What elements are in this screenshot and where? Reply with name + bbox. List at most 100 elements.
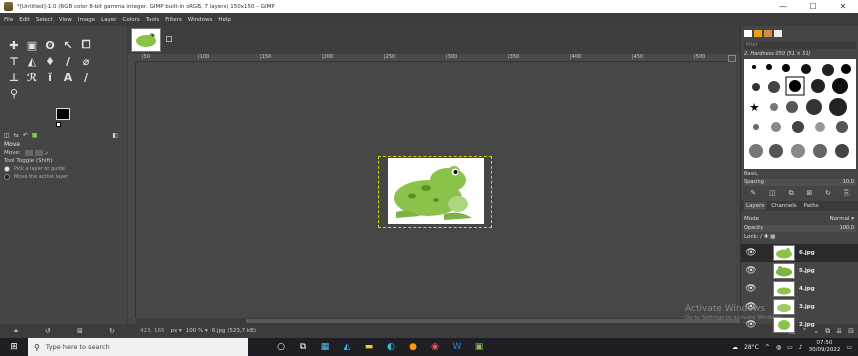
text-tool-icon[interactable]: A [60,70,76,84]
bucket-fill-icon[interactable]: ♦ [42,54,58,68]
canvas-area[interactable] [136,62,736,318]
menu-filters[interactable]: Filters [165,17,182,23]
calendar-app-icon[interactable]: ▦ [314,342,336,352]
layer-name[interactable]: 2.jpg [799,322,815,328]
duplicate-brush-icon[interactable]: ⧉ [789,189,794,197]
file-explorer-icon[interactable]: ▬ [358,342,380,352]
default-colors-icon[interactable] [56,122,61,127]
menu-image[interactable]: Image [78,17,95,23]
fg-bg-colors[interactable] [54,106,84,130]
menu-file[interactable]: File [4,17,13,23]
warp-icon[interactable]: ◭ [24,54,40,68]
image-tab-thumbnail[interactable] [131,28,161,52]
menu-edit[interactable]: Edit [19,17,30,23]
lasso-icon[interactable]: ʘ [42,38,58,52]
gradients-tab-icon[interactable] [764,30,772,37]
menu-view[interactable]: View [59,17,72,23]
tab-paths[interactable]: Paths [802,202,821,210]
delete-brush-icon[interactable]: ⊠ [806,189,812,197]
menu-windows[interactable]: Windows [188,17,213,23]
scroll-thumb[interactable] [246,319,746,323]
menu-colors[interactable]: Colors [122,17,139,23]
volume-icon[interactable]: ♪ [799,344,803,351]
layer-row[interactable]: 👁 5.jpg [741,262,858,280]
weather-icon[interactable]: ☁ [732,344,738,351]
refresh-brush-icon[interactable]: ↻ [825,189,831,197]
tray-chevron-icon[interactable]: ^ [765,344,770,351]
delete-icon[interactable]: ⊠ [77,327,83,336]
tab-channels[interactable]: Channels [769,202,798,210]
chrome-icon[interactable]: ◉ [424,342,446,352]
layer-name[interactable]: 6.jpg [799,250,815,256]
images-tab-icon[interactable]: ■ [32,132,38,139]
visibility-eye-icon[interactable]: 👁 [743,320,759,330]
tab-layers[interactable]: Layers [744,202,767,210]
close-button[interactable]: ✕ [828,0,858,13]
transform-icon[interactable]: ⊤ [6,54,22,68]
image-viewer-icon[interactable]: ▣ [468,342,490,352]
layer-row[interactable]: 👁 6.jpg [741,244,858,262]
undo-tab-icon[interactable]: ↶ [23,132,28,139]
paths-icon[interactable]: ǐ [42,70,58,84]
color-picker-icon[interactable]: ∕ [78,70,94,84]
menu-help[interactable]: Help [218,17,231,23]
move-tool-icon[interactable]: ✚ [6,38,22,52]
battery-icon[interactable]: ▭ [787,344,793,351]
reset-icon[interactable]: ↻ [109,327,115,336]
rect-select-icon[interactable]: ▣ [24,38,40,52]
cortana-icon[interactable]: ○ [270,342,292,352]
menu-tools[interactable]: Tools [146,17,160,23]
minimize-button[interactable]: — [768,0,798,13]
layer-name[interactable]: 3.jpg [799,304,815,310]
edge-browser-icon[interactable]: ◐ [380,342,402,352]
patterns-tab-icon[interactable] [754,30,762,37]
clone-icon[interactable]: ⊥ [6,70,22,84]
new-brush-icon[interactable]: ◫ [769,189,776,197]
taskbar-search[interactable]: ⚲ Type here to search [28,338,248,356]
crop-icon[interactable]: ⧠ [78,38,94,52]
radio-button[interactable] [4,174,10,180]
maximize-button[interactable]: ☐ [798,0,828,13]
layer-row[interactable]: 👁 4.jpg [741,280,858,298]
eraser-icon[interactable]: ⌀ [78,54,94,68]
move-active-option[interactable]: Move the active layer [0,173,128,181]
gimp-app-icon[interactable]: ● [402,342,424,352]
clock[interactable]: 07:50 30/09/2022 [809,340,841,354]
mail-app-icon[interactable]: ◭ [336,342,358,352]
network-icon[interactable]: ◍ [776,344,781,351]
close-tab-icon[interactable] [166,36,172,42]
word-app-icon[interactable]: W [446,342,468,352]
edit-brush-icon[interactable]: ✎ [750,189,756,197]
brush-grid[interactable] [744,59,856,169]
fuzzy-select-icon[interactable]: ↖ [60,38,76,52]
opacity-slider[interactable]: Opacity 100,0 [744,225,856,232]
temperature[interactable]: 28°C [744,344,759,351]
task-view-icon[interactable]: ⧉ [292,342,314,352]
pick-layer-option[interactable]: Pick a layer or guide [0,165,128,173]
smudge-icon[interactable]: ℛ [24,70,40,84]
layer-name[interactable]: 5.jpg [799,268,815,274]
fonts-tab-icon[interactable] [774,30,782,37]
layer-name[interactable]: 4.jpg [799,286,815,292]
zoom-icon[interactable]: ⚲ [6,86,22,100]
navigate-icon[interactable] [728,55,736,62]
restore-icon[interactable]: ↺ [45,327,51,336]
visibility-eye-icon[interactable]: 👁 [743,284,759,294]
brushes-tab-icon[interactable] [744,30,752,37]
open-brush-icon[interactable]: ⎘ [844,189,850,197]
save-options-icon[interactable]: ⏶ [13,327,19,336]
menu-layer[interactable]: Layer [101,17,116,23]
move-mode-buttons[interactable]: ✓ [24,150,55,157]
notifications-icon[interactable]: ▭ [846,344,852,351]
spacing-slider[interactable]: Spacing 10,0 [744,179,856,186]
windows-start-icon[interactable]: ⊞ [0,342,28,352]
visibility-eye-icon[interactable]: 👁 [743,266,759,276]
menu-select[interactable]: Select [36,17,53,23]
panel-menu-icon[interactable]: ◧ [112,132,118,139]
tool-options-tab-icon[interactable]: ◫ [4,132,10,139]
unit-select[interactable]: px ▾ [171,328,182,334]
frog-image[interactable] [388,158,484,224]
zoom-select[interactable]: 100 % ▾ [186,328,208,334]
device-status-tab-icon[interactable]: ⇆ [14,132,19,139]
mode-select[interactable]: Normal ▾ [830,216,854,222]
